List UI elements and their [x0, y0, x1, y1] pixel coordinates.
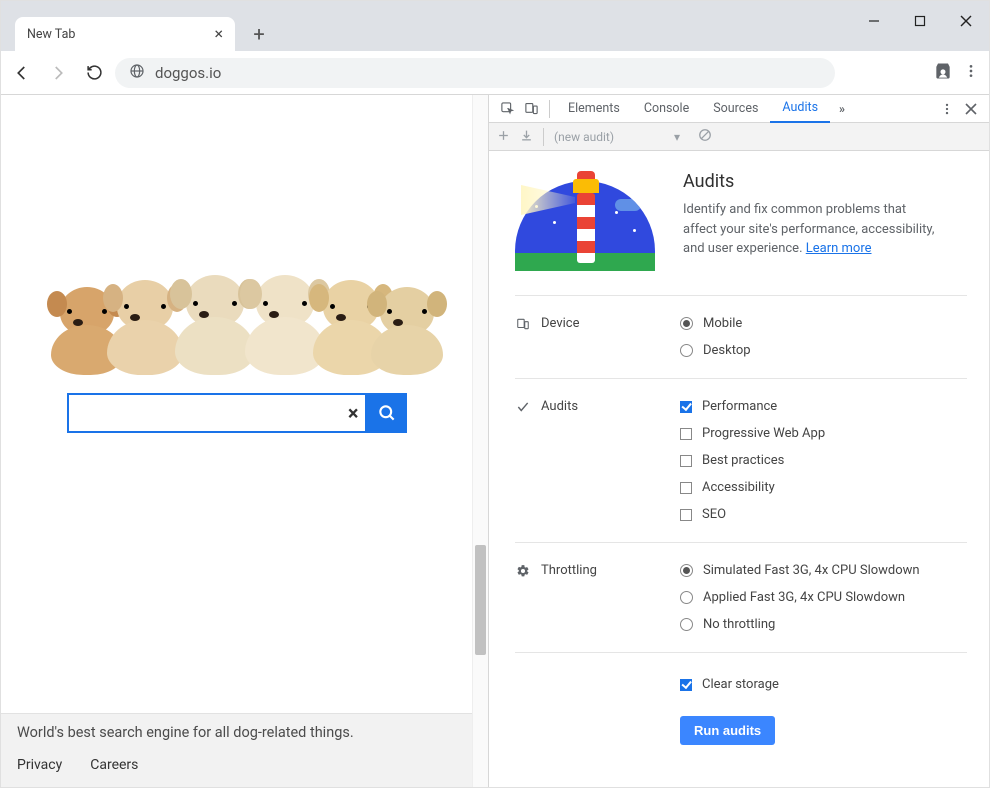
section-label-device: Device — [541, 316, 580, 331]
tab-sources[interactable]: Sources — [701, 95, 770, 123]
devtools-panel: Elements Console Sources Audits » — [489, 95, 989, 787]
section-label-audits: Audits — [541, 399, 578, 414]
tab-close-icon[interactable]: × — [214, 26, 223, 42]
audits-intro: Audits Identify and fix common problems … — [515, 171, 967, 296]
page-scrollbar[interactable] — [472, 95, 488, 787]
checkbox-best-practices[interactable]: Best practices — [680, 453, 967, 468]
browser-menu-icon[interactable] — [963, 63, 979, 83]
divider — [549, 100, 550, 118]
browser-tab[interactable]: New Tab × — [15, 17, 235, 51]
radio-mobile[interactable]: Mobile — [680, 316, 967, 331]
browser-toolbar: doggos.io — [1, 51, 989, 95]
window-close-button[interactable] — [943, 1, 989, 41]
divider — [543, 128, 544, 146]
tab-title: New Tab — [27, 27, 75, 42]
search-button[interactable] — [367, 393, 407, 433]
gear-icon — [515, 563, 531, 579]
audits-toolbar: (new audit) ▾ — [489, 123, 989, 151]
devtools-tabstrip: Elements Console Sources Audits » — [489, 95, 989, 123]
tab-elements[interactable]: Elements — [556, 95, 632, 123]
learn-more-link[interactable]: Learn more — [806, 241, 872, 256]
devtools-close-icon[interactable] — [959, 97, 983, 121]
tab-console[interactable]: Console — [632, 95, 701, 123]
devtools-menu-icon[interactable] — [935, 97, 959, 121]
footer-link-privacy[interactable]: Privacy — [17, 757, 62, 773]
audits-title: Audits — [683, 171, 943, 192]
audits-dropdown-placeholder: (new audit) — [554, 130, 614, 144]
account-icon[interactable] — [933, 61, 953, 85]
tab-audits[interactable]: Audits — [770, 95, 830, 123]
check-icon — [515, 399, 531, 415]
title-bar: New Tab × + — [1, 1, 989, 51]
checkbox-clear-storage[interactable]: Clear storage — [680, 677, 967, 692]
footer-link-careers[interactable]: Careers — [90, 757, 138, 773]
audits-description: Identify and fix common problems that af… — [683, 200, 943, 259]
back-button[interactable] — [7, 58, 37, 88]
radio-simulated-3g[interactable]: Simulated Fast 3G, 4x CPU Slowdown — [680, 563, 967, 578]
audits-dropdown[interactable]: (new audit) ▾ — [554, 130, 680, 144]
tagline: World's best search engine for all dog-r… — [17, 724, 456, 741]
reload-button[interactable] — [79, 58, 109, 88]
window-minimize-button[interactable] — [851, 1, 897, 41]
url-text: doggos.io — [155, 64, 221, 82]
new-tab-button[interactable]: + — [245, 20, 273, 48]
new-audit-icon[interactable] — [497, 129, 510, 145]
hero-illustration — [47, 215, 427, 375]
checkbox-pwa[interactable]: Progressive Web App — [680, 426, 967, 441]
checkbox-performance[interactable]: Performance — [680, 399, 967, 414]
checkbox-seo[interactable]: SEO — [680, 507, 967, 522]
scroll-thumb[interactable] — [475, 545, 486, 655]
device-toggle-icon[interactable] — [519, 97, 543, 121]
checkbox-accessibility[interactable]: Accessibility — [680, 480, 967, 495]
window-maximize-button[interactable] — [897, 1, 943, 41]
radio-no-throttling[interactable]: No throttling — [680, 617, 967, 632]
section-label-throttling: Throttling — [541, 563, 597, 578]
radio-desktop[interactable]: Desktop — [680, 343, 967, 358]
page-viewport: × World's best search engine for all dog… — [1, 95, 489, 787]
chevron-down-icon: ▾ — [674, 130, 680, 144]
inspect-element-icon[interactable] — [495, 97, 519, 121]
page-footer: World's best search engine for all dog-r… — [1, 713, 472, 787]
run-audits-button[interactable]: Run audits — [680, 716, 775, 745]
clear-search-icon[interactable]: × — [348, 401, 359, 425]
radio-applied-3g[interactable]: Applied Fast 3G, 4x CPU Slowdown — [680, 590, 967, 605]
download-audit-icon[interactable] — [520, 129, 533, 145]
clear-audits-icon[interactable] — [698, 128, 712, 145]
device-icon — [515, 316, 531, 332]
search-input[interactable] — [67, 393, 367, 433]
address-bar[interactable]: doggos.io — [115, 58, 835, 88]
lighthouse-illustration — [515, 171, 655, 271]
globe-icon — [129, 63, 145, 83]
more-tabs-icon[interactable]: » — [830, 97, 854, 121]
forward-button[interactable] — [43, 58, 73, 88]
